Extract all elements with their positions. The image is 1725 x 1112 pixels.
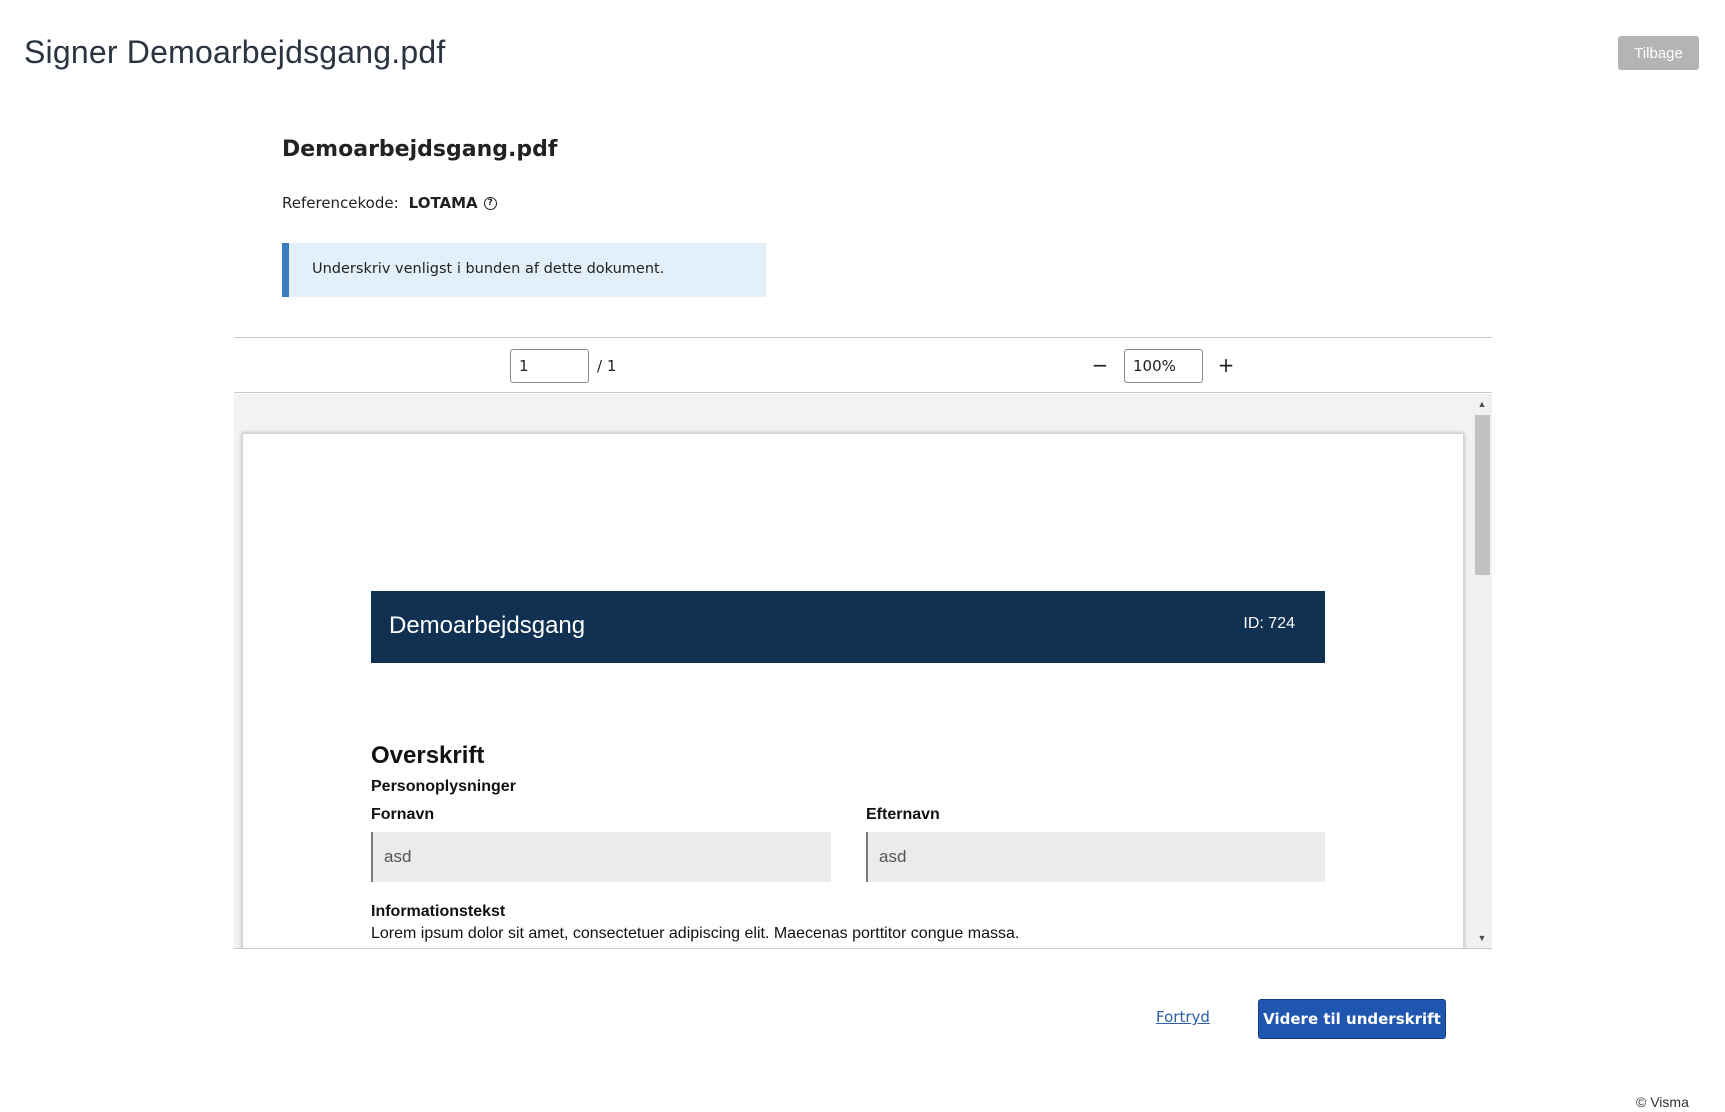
page-total: / 1 — [597, 357, 617, 375]
last-name-value: asd — [879, 847, 907, 866]
page-title: Signer Demoarbejdsgang.pdf — [24, 34, 446, 70]
first-name-label: Fornavn — [371, 806, 435, 823]
pdf-toolbar: / 1 − + — [234, 337, 1492, 393]
question-circle-icon[interactable]: ? — [483, 196, 497, 210]
first-name-field: asd — [371, 832, 831, 882]
subsection-title: Personoplysninger — [371, 778, 516, 795]
form-title: Demoarbejdsgang — [389, 612, 586, 639]
last-name-label: Efternavn — [866, 806, 940, 823]
back-button[interactable]: Tilbage — [1618, 36, 1699, 70]
pdf-viewer[interactable]: Demoarbejdsgang ID: 724 Overskrift Perso… — [234, 394, 1492, 949]
reference-row: Referencekode: LOTAMA ? — [282, 194, 497, 212]
info-text-body: Lorem ipsum dolor sit amet, consectetuer… — [371, 925, 1020, 942]
reference-label: Referencekode: — [282, 194, 399, 212]
scroll-down-arrow-icon[interactable]: ▼ — [1472, 930, 1492, 946]
continue-to-signature-button[interactable]: Videre til underskrift — [1258, 999, 1446, 1039]
form-id: ID: 724 — [1243, 615, 1295, 632]
scroll-up-arrow-icon[interactable]: ▲ — [1472, 396, 1492, 412]
document-name: Demoarbejdsgang.pdf — [282, 137, 558, 162]
first-name-value: asd — [384, 847, 412, 866]
reference-code: LOTAMA — [408, 194, 478, 212]
vertical-scrollbar[interactable]: ▲ ▼ — [1472, 394, 1492, 948]
info-text-heading: Informationstekst — [371, 903, 506, 920]
signing-notice: Underskriv venligst i bunden af dette do… — [282, 243, 766, 297]
zoom-out-button[interactable]: − — [1088, 351, 1112, 379]
last-name-field: asd — [866, 832, 1325, 882]
section-title: Overskrift — [371, 742, 485, 769]
zoom-level-input[interactable] — [1124, 349, 1203, 383]
zoom-in-button[interactable]: + — [1214, 351, 1238, 379]
cancel-link[interactable]: Fortryd — [1156, 1008, 1210, 1026]
page-number-input[interactable] — [510, 349, 589, 383]
scrollbar-thumb[interactable] — [1475, 415, 1490, 575]
signing-notice-text: Underskriv venligst i bunden af dette do… — [312, 261, 665, 277]
form-header-banner: Demoarbejdsgang ID: 724 — [371, 591, 1325, 663]
pdf-page: Demoarbejdsgang ID: 724 Overskrift Perso… — [242, 433, 1464, 948]
footer-copyright: © Visma — [1636, 1094, 1689, 1110]
